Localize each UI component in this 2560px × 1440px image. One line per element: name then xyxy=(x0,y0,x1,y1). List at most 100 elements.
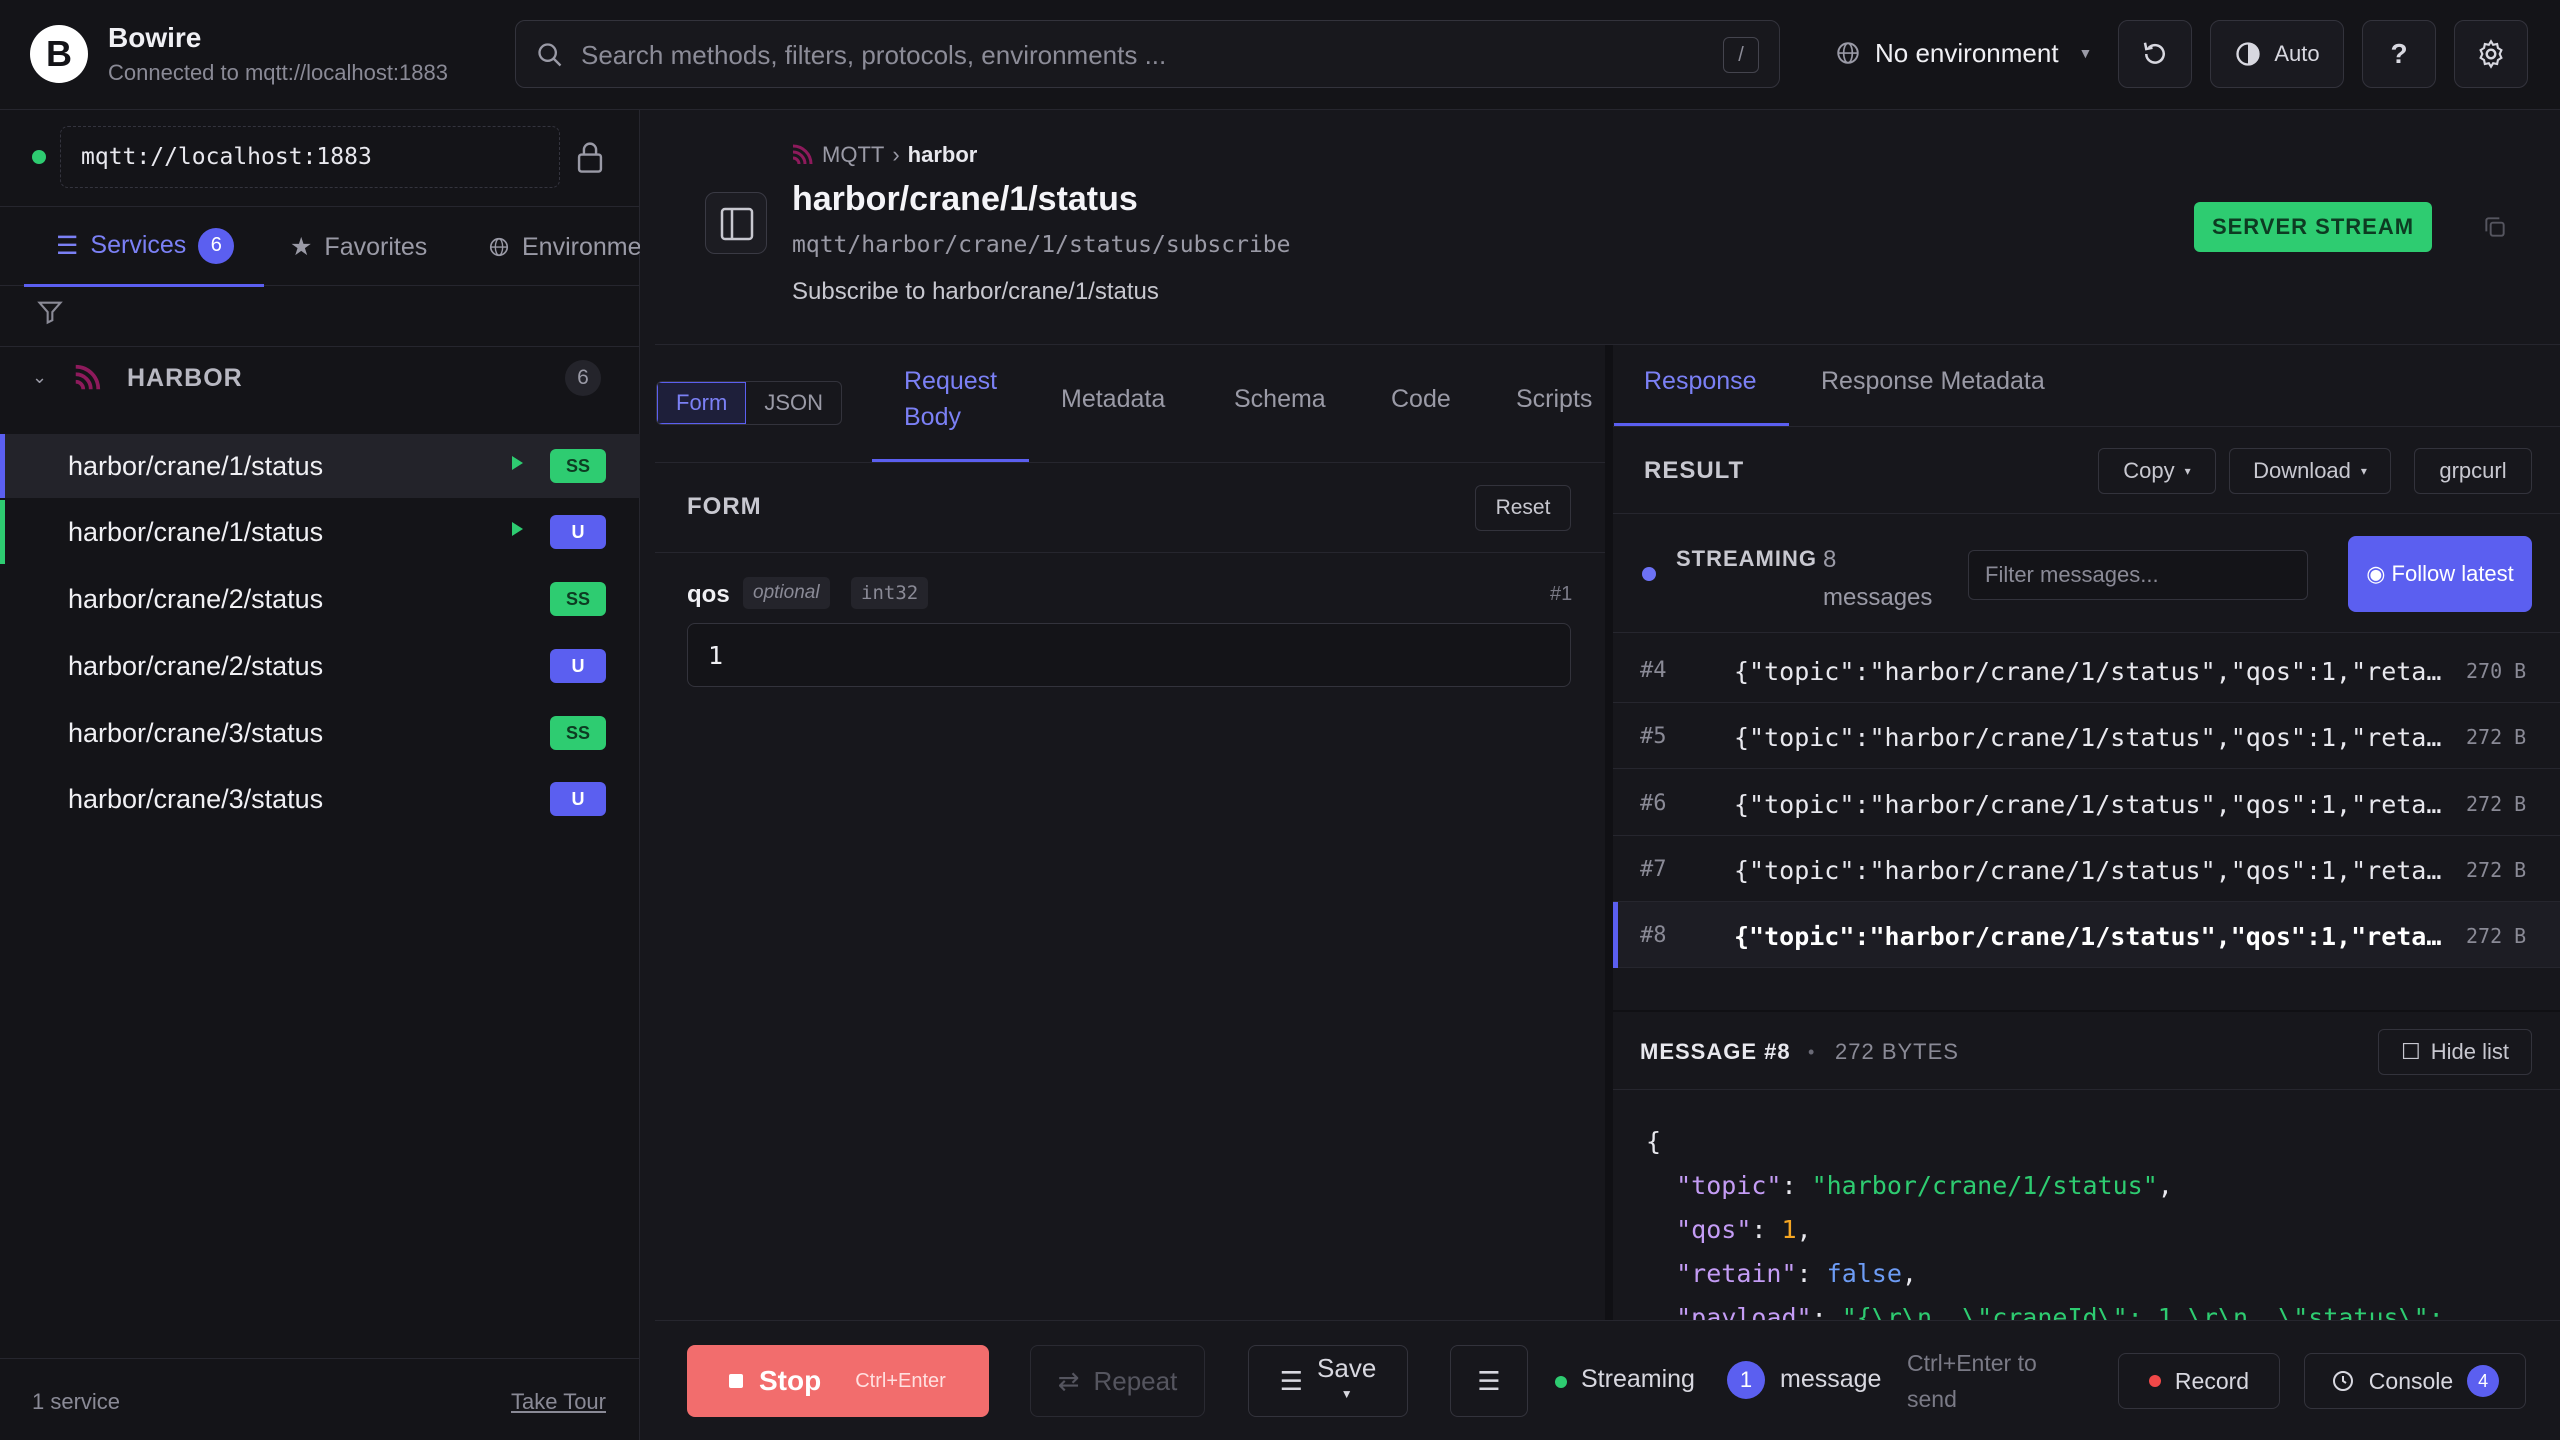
tab-metadata[interactable]: Metadata xyxy=(1061,381,1165,417)
record-label: Record xyxy=(2174,1367,2250,1394)
service-item[interactable]: harbor/crane/2/status U xyxy=(0,634,640,698)
message-row[interactable]: #4 {"topic":"harbor/crane/1/status","qos… xyxy=(1613,637,2560,703)
filter-messages-input[interactable]: Filter messages... xyxy=(1968,550,2308,600)
breadcrumb-protocol[interactable]: MQTT xyxy=(822,142,884,168)
message-index: #5 xyxy=(1640,724,1667,749)
service-item[interactable]: harbor/crane/1/status U xyxy=(0,500,640,564)
menu-icon: ☰ xyxy=(1477,1365,1501,1396)
sidebar: mqtt://localhost:1883 ☰ Services 6 ★ Fav… xyxy=(0,110,640,1440)
service-item[interactable]: harbor/crane/1/status SS xyxy=(0,434,640,498)
menu-button[interactable]: ☰ xyxy=(1450,1345,1528,1417)
follow-latest-button[interactable]: ◉ Follow latest xyxy=(2348,536,2532,612)
save-button[interactable]: ☰ Save ▼ xyxy=(1248,1345,1408,1417)
message-row[interactable]: #6 {"topic":"harbor/crane/1/status","qos… xyxy=(1613,770,2560,836)
tab-favorites-label: Favorites xyxy=(324,232,428,261)
send-shortcut-hint: Ctrl+Enter to send xyxy=(1907,1350,2037,1412)
selected-indicator xyxy=(0,434,5,498)
record-button[interactable]: Record xyxy=(2118,1353,2280,1409)
chevron-down-icon: ▾ xyxy=(2360,464,2367,478)
sidebar-tabs: ☰ Services 6 ★ Favorites Environments xyxy=(0,206,640,287)
chevron-down-icon: ▼ xyxy=(2078,45,2093,61)
chevron-down-icon: ▾ xyxy=(2184,464,2191,478)
gear-icon xyxy=(2479,39,2503,69)
service-group-harbor[interactable]: ⌄ HARBOR 6 xyxy=(0,346,640,406)
contrast-icon xyxy=(2236,42,2261,66)
method-path: mqtt/harbor/crane/1/status/subscribe xyxy=(792,232,1291,258)
method-description: Subscribe to harbor/crane/1/status xyxy=(792,278,1159,305)
service-item[interactable]: harbor/crane/2/status SS xyxy=(0,567,640,631)
filter-icon[interactable] xyxy=(36,298,64,326)
message-row-selected[interactable]: #8 {"topic":"harbor/crane/1/status","qos… xyxy=(1613,902,2560,968)
copy-icon[interactable] xyxy=(2482,214,2508,240)
connection-url-field[interactable]: mqtt://localhost:1883 xyxy=(60,126,560,188)
divider xyxy=(655,552,1605,553)
group-count: 6 xyxy=(565,360,601,396)
service-item[interactable]: harbor/crane/3/status U xyxy=(0,767,640,831)
tab-favorites[interactable]: ★ Favorites xyxy=(290,207,427,287)
divider xyxy=(655,462,1605,463)
settings-button[interactable] xyxy=(2454,20,2528,88)
stop-shortcut: Ctrl+Enter xyxy=(855,1369,946,1392)
message-count: 8 messages xyxy=(1823,546,1933,611)
repeat-icon: ⇄ xyxy=(1057,1365,1080,1396)
group-name: HARBOR xyxy=(127,364,243,392)
pane-resize-handle[interactable] xyxy=(1605,345,1613,1320)
download-dropdown-button[interactable]: Download ▾ xyxy=(2229,448,2391,494)
message-payload: {"topic":"harbor/crane/1/status","qos":1… xyxy=(1734,922,2444,951)
tab-response[interactable]: Response xyxy=(1644,367,1757,396)
reload-button[interactable] xyxy=(2118,20,2192,88)
response-pane: Response Response Metadata RESULT Copy ▾ … xyxy=(1613,345,2560,1332)
connection-indicator xyxy=(32,150,46,164)
stop-button[interactable]: Stop Ctrl+Enter xyxy=(687,1345,989,1417)
message-row[interactable]: #5 {"topic":"harbor/crane/1/status","qos… xyxy=(1613,703,2560,769)
form-mode-button[interactable]: Form xyxy=(657,382,747,424)
result-section-title: RESULT xyxy=(1644,457,1745,484)
qos-input[interactable]: 1 xyxy=(687,623,1571,687)
field-index: #1 xyxy=(1550,583,1573,605)
search-input[interactable]: Search methods, filters, protocols, envi… xyxy=(581,40,1166,71)
tab-environments[interactable]: Environments xyxy=(488,207,640,287)
repeat-button[interactable]: ⇄ Repeat xyxy=(1030,1345,1205,1417)
message-payload: {"topic":"harbor/crane/1/status","qos":1… xyxy=(1734,856,2444,885)
tab-code[interactable]: Code xyxy=(1391,381,1451,417)
json-number: 1 xyxy=(1781,1215,1797,1244)
environment-selector[interactable]: No environment ▼ xyxy=(1835,33,2092,73)
star-icon: ★ xyxy=(290,233,313,261)
tab-response-metadata[interactable]: Response Metadata xyxy=(1821,367,2045,396)
method-title: harbor/crane/1/status xyxy=(792,180,1138,218)
tab-scripts[interactable]: Scripts xyxy=(1516,381,1592,417)
chevron-down-icon: ▼ xyxy=(1340,1387,1353,1401)
chevron-down-icon: ⌄ xyxy=(32,367,48,387)
search-bar[interactable]: Search methods, filters, protocols, envi… xyxy=(515,20,1780,88)
app-logo[interactable]: B xyxy=(30,25,88,83)
message-json-viewer: { "topic": "harbor/crane/1/status", "qos… xyxy=(1646,1127,2444,1332)
tab-request-body[interactable]: Request Body xyxy=(904,363,1014,435)
list-icon: ☰ xyxy=(56,231,79,260)
grpcurl-button[interactable]: grpcurl xyxy=(2414,448,2532,494)
message-size: 270 B xyxy=(2466,659,2527,683)
service-name: harbor/crane/1/status xyxy=(68,451,324,481)
service-type-badge: SS xyxy=(550,449,606,483)
divider xyxy=(1613,513,2560,514)
panel-toggle-button[interactable] xyxy=(705,192,767,254)
message-row[interactable]: #7 {"topic":"harbor/crane/1/status","qos… xyxy=(1613,836,2560,902)
copy-dropdown-button[interactable]: Copy ▾ xyxy=(2098,448,2216,494)
received-count-badge: 1 xyxy=(1727,1361,1765,1399)
service-type-badge: SS xyxy=(550,716,606,750)
type-tag: int32 xyxy=(851,577,929,609)
service-name: harbor/crane/3/status xyxy=(68,718,324,748)
breadcrumb-group[interactable]: harbor xyxy=(908,142,978,168)
tab-services[interactable]: ☰ Services 6 xyxy=(24,207,264,287)
hide-list-button[interactable]: ☐ Hide list xyxy=(2378,1029,2532,1075)
take-tour-link[interactable]: Take Tour xyxy=(511,1389,606,1415)
json-mode-button[interactable]: JSON xyxy=(746,382,841,424)
tab-schema[interactable]: Schema xyxy=(1234,381,1326,417)
lock-icon[interactable] xyxy=(575,140,605,174)
help-button[interactable]: ? xyxy=(2362,20,2436,88)
theme-toggle-button[interactable]: Auto xyxy=(2210,20,2344,88)
separator-dot: • xyxy=(1808,1042,1815,1062)
service-item[interactable]: harbor/crane/3/status SS xyxy=(0,701,640,765)
console-button[interactable]: Console 4 xyxy=(2304,1353,2526,1409)
reset-button[interactable]: Reset xyxy=(1475,485,1571,531)
follow-latest-label: ◉ Follow latest xyxy=(2366,560,2514,588)
